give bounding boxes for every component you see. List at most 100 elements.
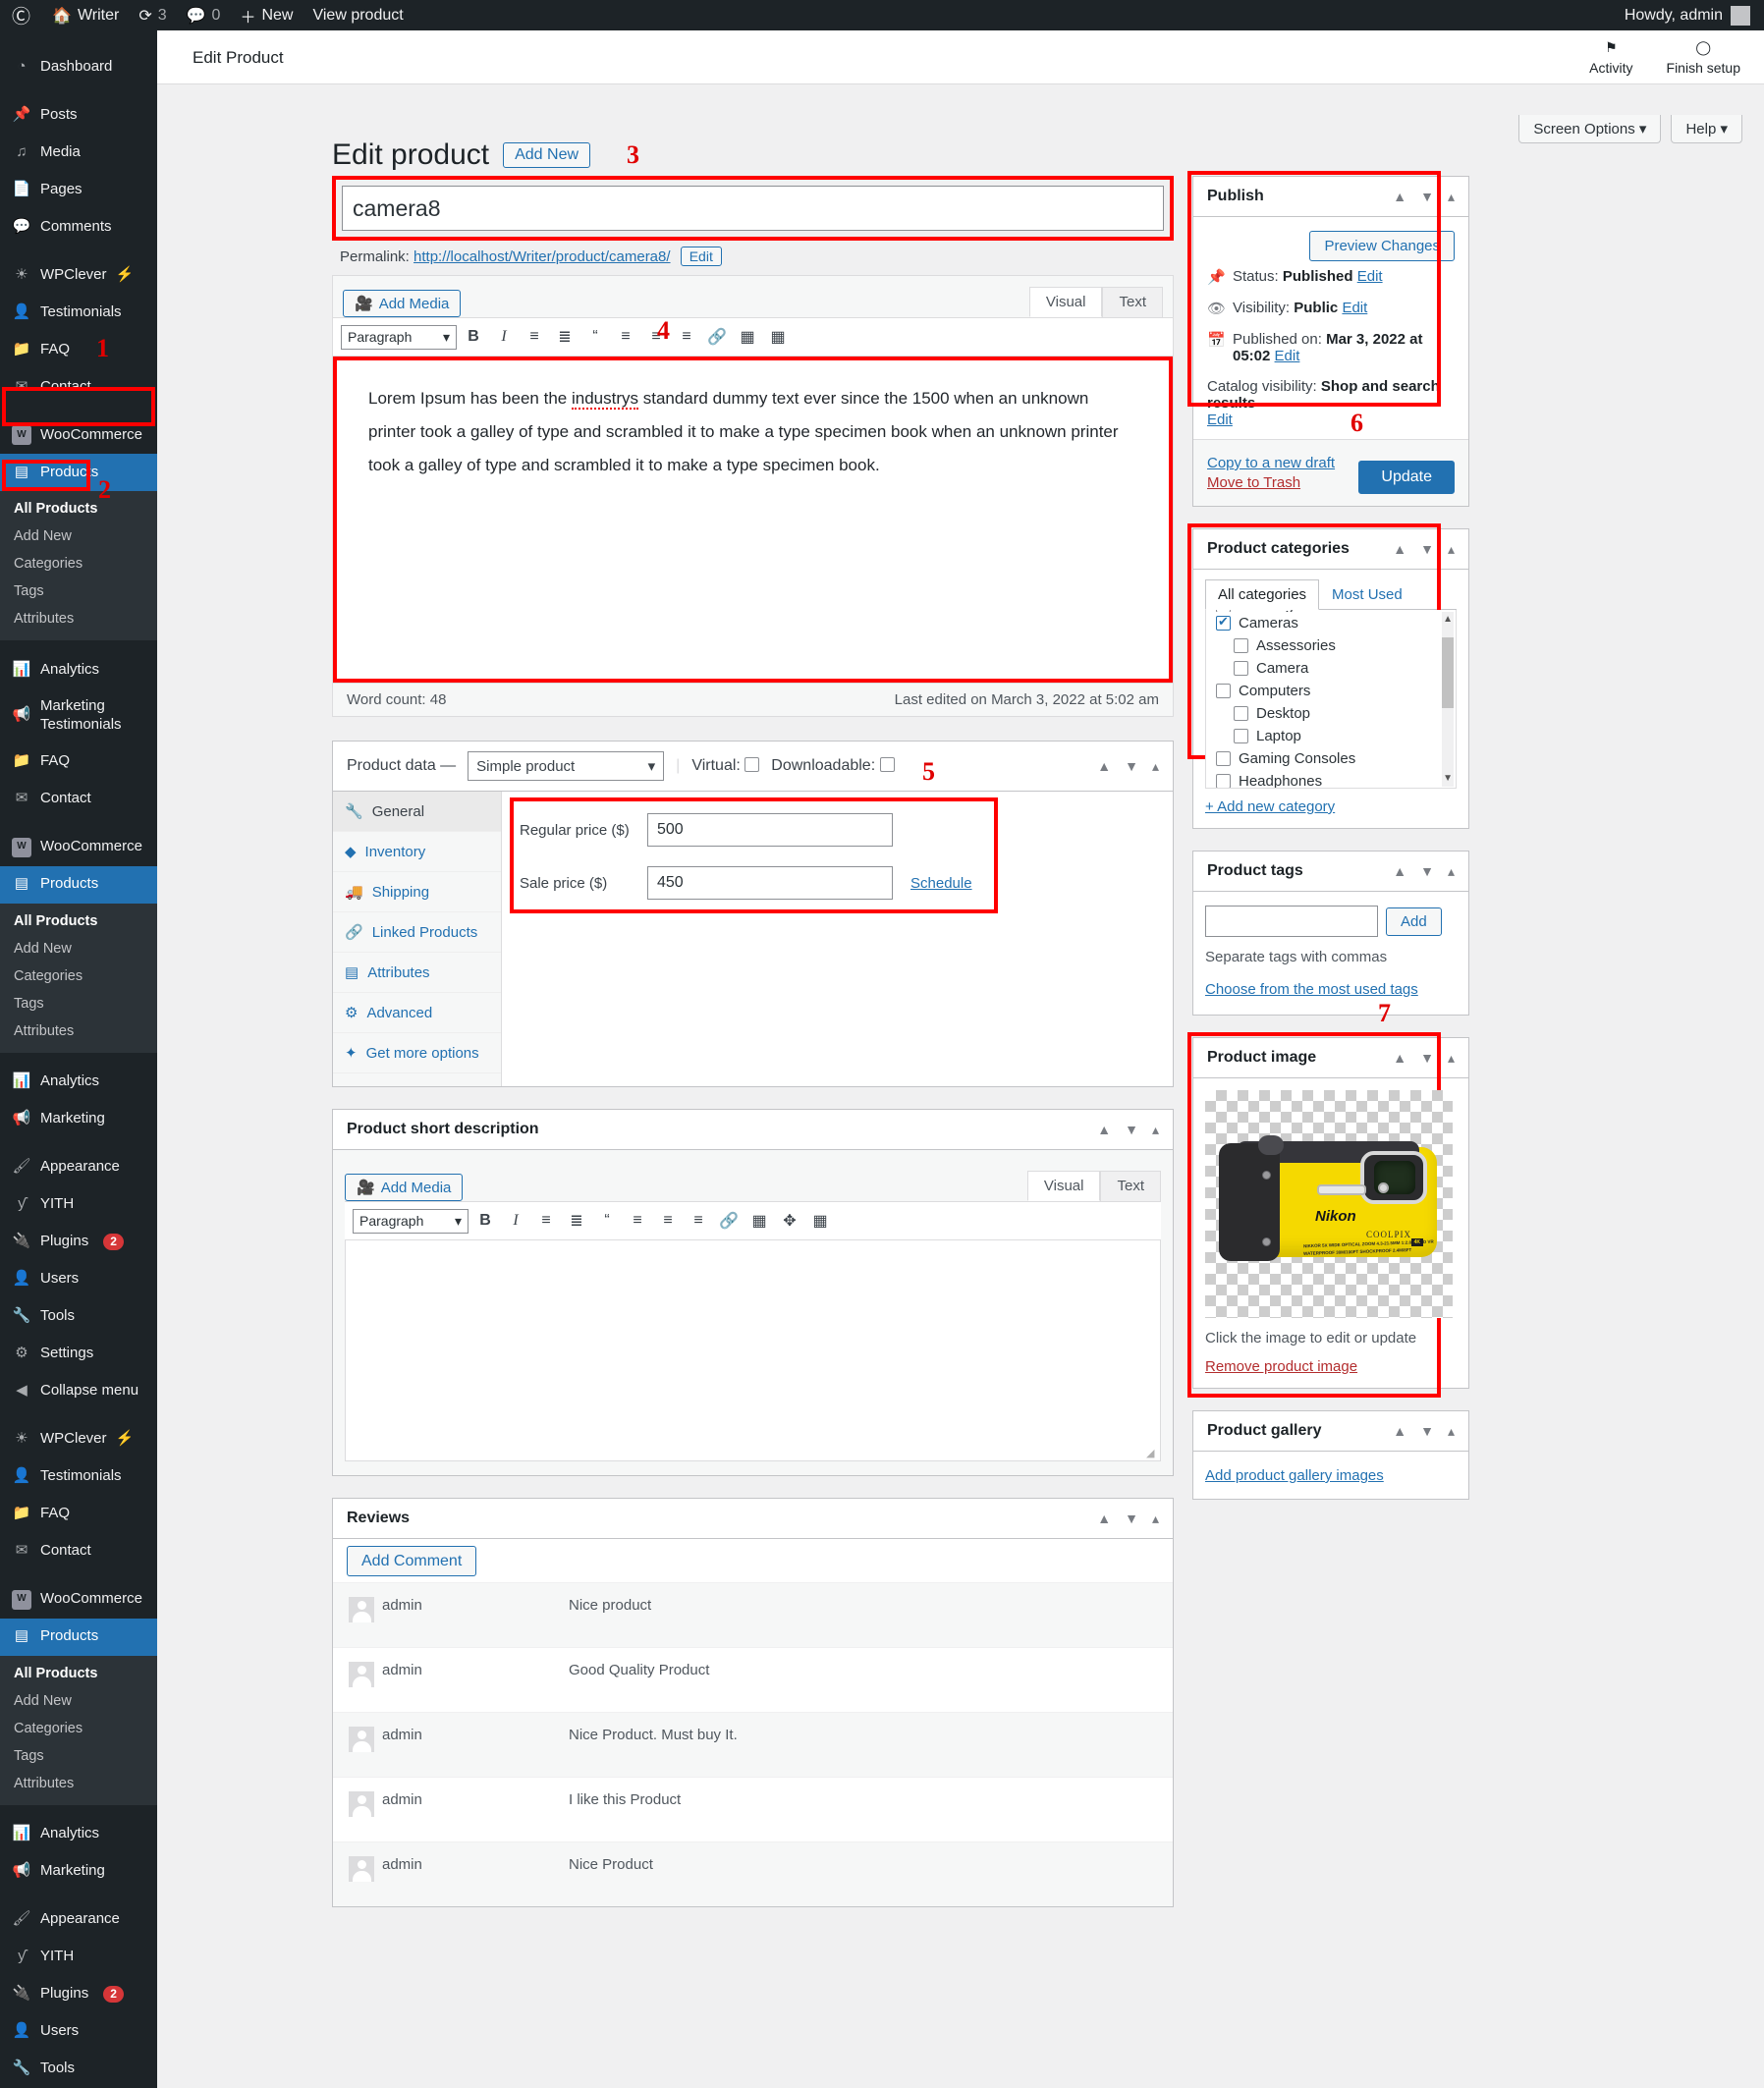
bulleted-list-icon[interactable]: ≡ bbox=[521, 324, 548, 350]
align-right-icon[interactable]: ≡ bbox=[673, 324, 700, 350]
short-desc-add-media-button[interactable]: 🎥 Add Media bbox=[345, 1174, 464, 1201]
visibility-edit-link[interactable]: Edit bbox=[1342, 300, 1367, 316]
move-down-icon[interactable]: ▼ bbox=[1420, 1423, 1434, 1440]
sidebar-item-faq-2[interactable]: 📁 FAQ bbox=[0, 743, 157, 781]
read-more-icon[interactable]: ▦ bbox=[734, 324, 761, 350]
sidebar-item-wpclever[interactable]: ☀ WPClever ⚡ bbox=[0, 256, 157, 294]
move-up-icon[interactable]: ▲ bbox=[1393, 1423, 1406, 1440]
downloadable-checkbox-wrap[interactable]: Downloadable: bbox=[771, 757, 895, 775]
sidebar-item-dashboard[interactable]: ◔ Dashboard bbox=[0, 48, 157, 85]
sidebar-item-users[interactable]: 👤 Users bbox=[0, 1261, 157, 1298]
product-data-tab-get-more-options[interactable]: ✦ Get more options bbox=[333, 1033, 501, 1073]
submenu-item-attributes[interactable]: Attributes bbox=[0, 1017, 157, 1045]
toggle-panel-icon[interactable]: ▴ bbox=[1152, 1511, 1159, 1527]
help-button[interactable]: Help ▾ bbox=[1671, 115, 1742, 143]
sidebar-item-marketing-2[interactable]: 📢 Marketing bbox=[0, 1101, 157, 1138]
toggle-panel-icon[interactable]: ▴ bbox=[1448, 1423, 1455, 1440]
sidebar-item-settings[interactable]: ⚙ Settings bbox=[0, 1336, 157, 1373]
sidebar-item-media[interactable]: ♫ Media bbox=[0, 134, 157, 171]
tag-input[interactable] bbox=[1205, 906, 1378, 937]
italic-icon[interactable]: I bbox=[502, 1208, 529, 1234]
virtual-checkbox-wrap[interactable]: Virtual: bbox=[691, 757, 760, 775]
submenu-item-categories[interactable]: Categories bbox=[0, 962, 157, 990]
product-data-tab-advanced[interactable]: ⚙ Advanced bbox=[333, 993, 501, 1033]
move-down-icon[interactable]: ▼ bbox=[1420, 863, 1434, 880]
tab-all-categories[interactable]: All categories bbox=[1205, 579, 1320, 610]
sidebar-item-appearance-2[interactable]: 🖌 Appearance bbox=[0, 1901, 157, 1939]
view-product-link[interactable]: View product bbox=[303, 0, 413, 30]
link-icon[interactable]: 🔗 bbox=[703, 324, 731, 350]
move-down-icon[interactable]: ▼ bbox=[1125, 758, 1138, 775]
update-button[interactable]: Update bbox=[1358, 461, 1455, 494]
move-down-icon[interactable]: ▼ bbox=[1420, 1050, 1434, 1067]
move-down-icon[interactable]: ▼ bbox=[1125, 1122, 1138, 1138]
bold-icon[interactable]: B bbox=[471, 1208, 499, 1234]
wordpress-logo-icon[interactable]: Ⓒ bbox=[0, 0, 42, 30]
published-edit-link[interactable]: Edit bbox=[1275, 348, 1300, 364]
category-checkbox[interactable] bbox=[1216, 610, 1231, 612]
add-comment-button[interactable]: Add Comment bbox=[347, 1546, 477, 1576]
catalog-edit-link[interactable]: Edit bbox=[1207, 412, 1233, 428]
sidebar-item-testimonials[interactable]: 👤 Testimonials bbox=[0, 294, 157, 331]
sidebar-item-marketing-3[interactable]: 📢 Marketing bbox=[0, 1853, 157, 1891]
toolbar-toggle-icon[interactable]: ▦ bbox=[806, 1208, 834, 1234]
categories-scroll-thumb[interactable] bbox=[1442, 637, 1454, 708]
add-new-button[interactable]: Add New bbox=[503, 142, 591, 168]
align-center-icon[interactable]: ≡ bbox=[654, 1208, 682, 1234]
permalink-url[interactable]: http://localhost/Writer/product/camera8/ bbox=[413, 248, 671, 265]
toggle-panel-icon[interactable]: ▴ bbox=[1448, 189, 1455, 205]
product-title-input[interactable] bbox=[342, 186, 1164, 231]
sidebar-item-contact-2[interactable]: ✉ Contact bbox=[0, 781, 157, 818]
toggle-panel-icon[interactable]: ▴ bbox=[1152, 758, 1159, 775]
move-down-icon[interactable]: ▼ bbox=[1420, 541, 1434, 558]
category-checkbox[interactable] bbox=[1216, 774, 1231, 788]
link-icon[interactable]: 🔗 bbox=[715, 1208, 743, 1234]
add-new-category-link[interactable]: + Add new category bbox=[1205, 798, 1335, 815]
category-checkbox[interactable] bbox=[1234, 661, 1248, 676]
sidebar-item-analytics[interactable]: 📊 Analytics bbox=[0, 651, 157, 688]
sidebar-item-tools-2[interactable]: 🔧 Tools bbox=[0, 2051, 157, 2088]
screen-options-button[interactable]: Screen Options ▾ bbox=[1518, 115, 1662, 143]
tab-visual[interactable]: Visual bbox=[1028, 287, 1103, 317]
site-name-menu[interactable]: 🏠 Writer bbox=[42, 0, 129, 30]
category-checkbox[interactable] bbox=[1234, 638, 1248, 653]
move-down-icon[interactable]: ▼ bbox=[1125, 1511, 1138, 1527]
move-up-icon[interactable]: ▲ bbox=[1393, 189, 1406, 205]
submenu-item-all-products[interactable]: All Products bbox=[0, 907, 157, 935]
category-item-headphones[interactable]: Headphones bbox=[1206, 770, 1456, 788]
category-item-desktop[interactable]: Desktop bbox=[1206, 702, 1456, 725]
short-desc-tab-text[interactable]: Text bbox=[1100, 1171, 1161, 1201]
move-up-icon[interactable]: ▲ bbox=[1393, 863, 1406, 880]
category-item-computers[interactable]: Computers bbox=[1206, 680, 1456, 702]
category-checkbox[interactable] bbox=[1234, 729, 1248, 743]
category-checkbox[interactable] bbox=[1216, 684, 1231, 698]
sidebar-item-yith-2[interactable]: ƴ YITH bbox=[0, 1939, 157, 1976]
sidebar-item-contact-3[interactable]: ✉ Contact bbox=[0, 1533, 157, 1570]
paragraph-format-select[interactable]: Paragraph ▾ bbox=[341, 324, 457, 350]
category-item-camera[interactable]: Camera bbox=[1206, 657, 1456, 680]
submenu-item-all-products[interactable]: All Products bbox=[0, 495, 157, 522]
submenu-item-tags[interactable]: Tags bbox=[0, 1742, 157, 1770]
categories-list[interactable]: Uncategorized Cameras Assessories Camera Com… bbox=[1205, 610, 1457, 789]
toggle-panel-icon[interactable]: ▴ bbox=[1448, 863, 1455, 880]
scroll-up-icon[interactable]: ▲ bbox=[1443, 614, 1453, 625]
toggle-panel-icon[interactable]: ▴ bbox=[1152, 1122, 1159, 1138]
submenu-item-attributes[interactable]: Attributes bbox=[0, 605, 157, 632]
move-up-icon[interactable]: ▲ bbox=[1393, 541, 1406, 558]
submenu-item-tags[interactable]: Tags bbox=[0, 990, 157, 1017]
activity-button[interactable]: ⚑ Activity bbox=[1589, 36, 1632, 77]
sidebar-item-products-3[interactable]: ▤ Products bbox=[0, 1618, 157, 1656]
add-gallery-images-link[interactable]: Add product gallery images bbox=[1205, 1467, 1384, 1484]
product-data-tab-attributes[interactable]: ▤ Attributes bbox=[333, 953, 501, 993]
downloadable-checkbox[interactable] bbox=[879, 757, 895, 772]
short-desc-tab-visual[interactable]: Visual bbox=[1026, 1171, 1101, 1201]
numbered-list-icon[interactable]: ≣ bbox=[563, 1208, 590, 1234]
sidebar-item-analytics-2[interactable]: 📊 Analytics bbox=[0, 1064, 157, 1101]
table-row[interactable]: admin Nice product bbox=[333, 1582, 1173, 1647]
align-left-icon[interactable]: ≡ bbox=[624, 1208, 651, 1234]
submenu-item-categories[interactable]: Categories bbox=[0, 1715, 157, 1742]
sidebar-item-faq[interactable]: 📁 FAQ bbox=[0, 331, 157, 368]
product-image-thumbnail[interactable]: Nikon COOLPIX NIKKOR 5X WIDE OPTICAL ZOO… bbox=[1205, 1090, 1453, 1318]
submenu-item-add-new[interactable]: Add New bbox=[0, 522, 157, 550]
product-type-select[interactable]: Simple product ▾ bbox=[468, 751, 665, 781]
